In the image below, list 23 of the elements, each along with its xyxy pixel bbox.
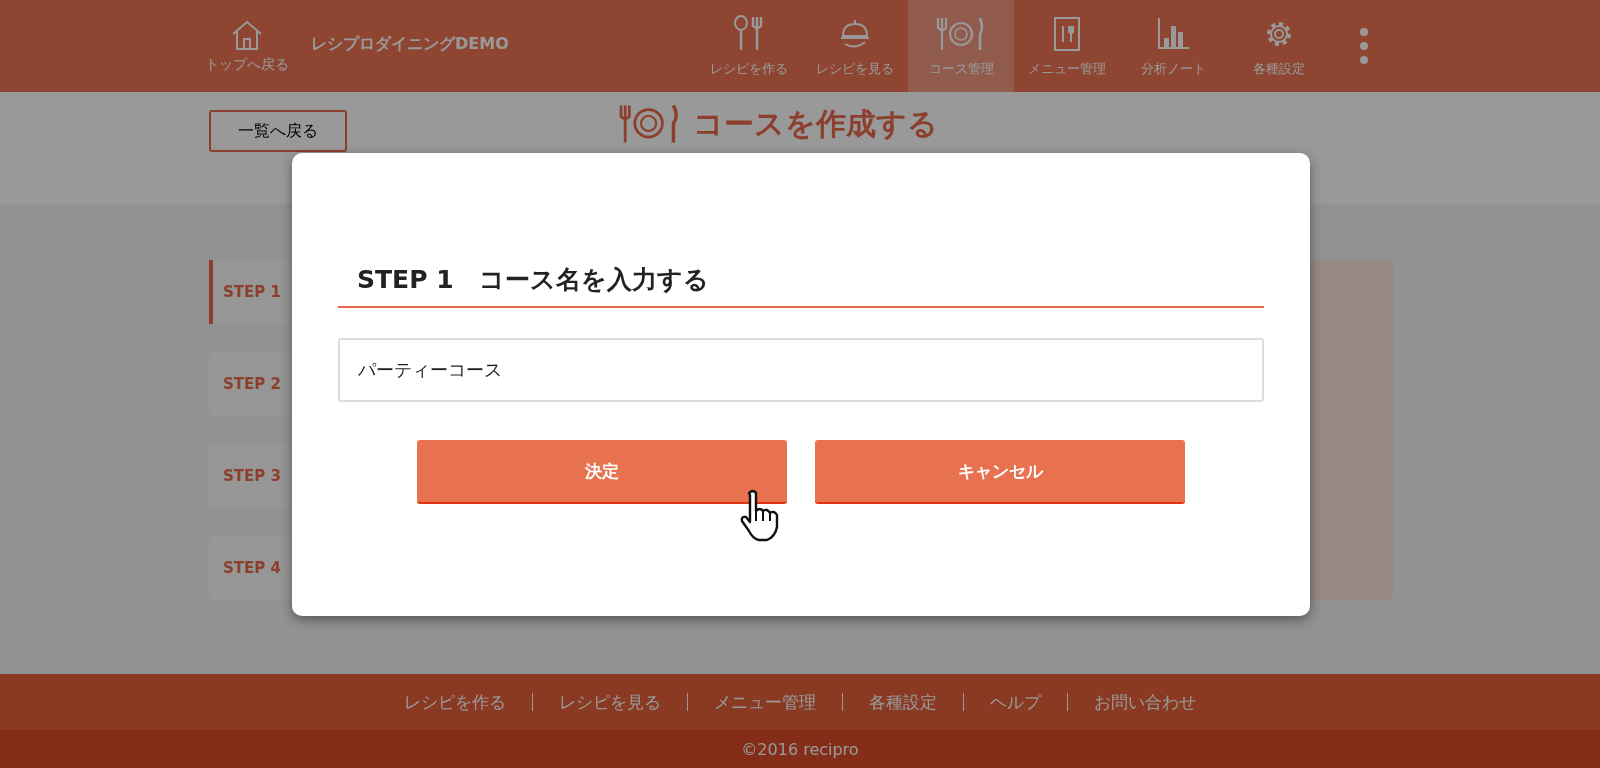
copyright-text: ©2016 recipro bbox=[741, 739, 859, 759]
house-icon bbox=[230, 18, 264, 52]
modal-heading: STEP 1 コース名を入力する bbox=[338, 263, 1264, 308]
footer-link[interactable]: 各種設定 bbox=[843, 690, 963, 714]
more-icon[interactable] bbox=[1358, 26, 1370, 66]
page-title: コースを作成する bbox=[693, 105, 938, 143]
nav-item[interactable]: 分析ノート bbox=[1120, 0, 1226, 92]
nav-item[interactable]: レシピを作る bbox=[696, 0, 802, 92]
plate-cutlery-icon bbox=[619, 104, 681, 144]
footer-link[interactable]: レシピを作る bbox=[378, 690, 532, 714]
confirm-button[interactable]: 決定 bbox=[417, 440, 787, 504]
nav-item[interactable]: レシピを見る bbox=[802, 0, 908, 92]
nav-item[interactable]: メニュー管理 bbox=[1014, 0, 1120, 92]
footer-link[interactable]: お問い合わせ bbox=[1068, 690, 1222, 714]
footer-link[interactable]: ヘルプ bbox=[964, 690, 1067, 714]
footer-link[interactable]: レシピを見る bbox=[533, 690, 687, 714]
cancel-button[interactable]: キャンセル bbox=[815, 440, 1185, 504]
home-link[interactable]: トップへ戻る bbox=[205, 18, 289, 74]
site-name: レシプロダイニングDEMO bbox=[311, 33, 509, 55]
footer-link[interactable]: メニュー管理 bbox=[688, 690, 842, 714]
course-name-field[interactable]: パーティーコース bbox=[338, 338, 1264, 402]
back-button[interactable]: 一覧へ戻る bbox=[209, 110, 347, 152]
nav-item[interactable]: 各種設定 bbox=[1226, 0, 1332, 92]
